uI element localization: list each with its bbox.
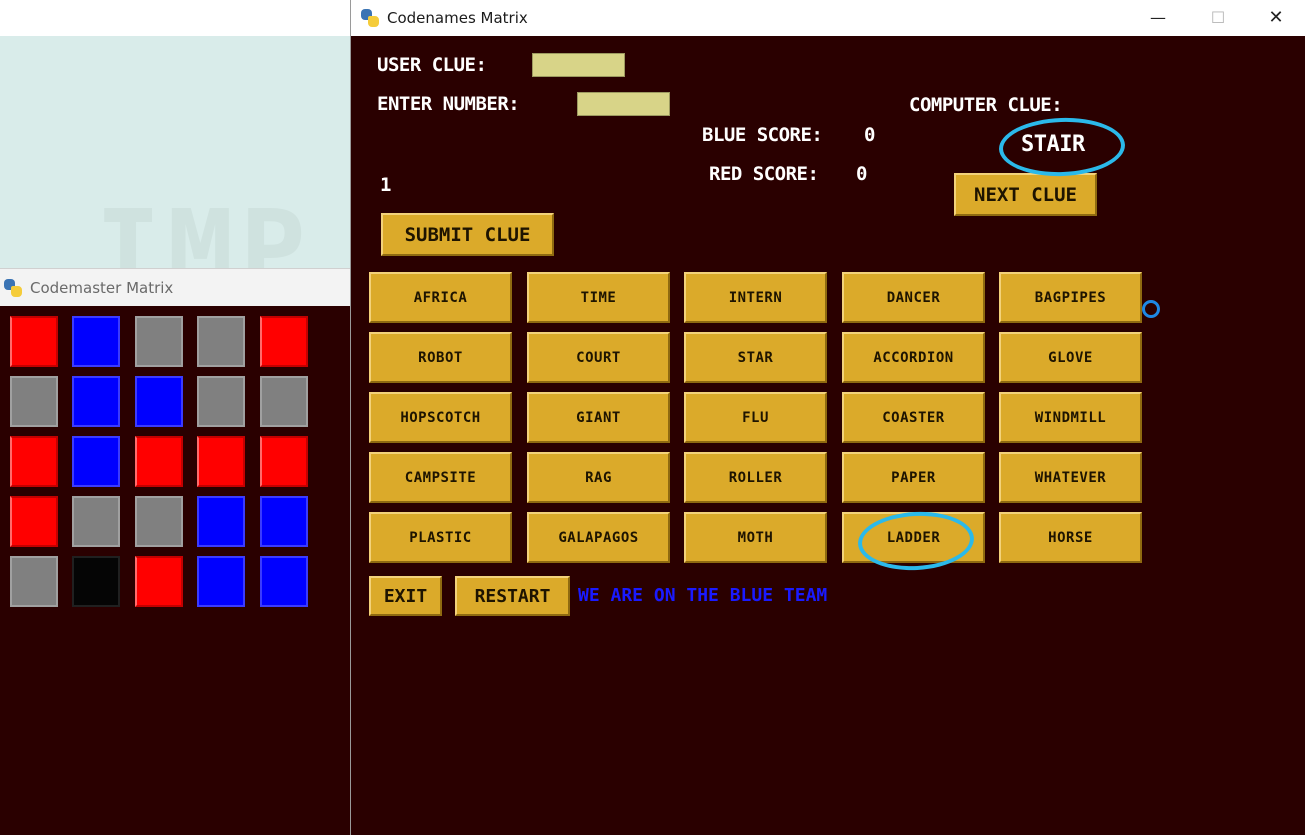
word-card-africa[interactable]: AFRICA: [369, 272, 512, 323]
key-cell-red: [260, 436, 308, 487]
computer-clue-value: STAIR: [1021, 132, 1085, 157]
word-card-hopscotch[interactable]: HOPSCOTCH: [369, 392, 512, 443]
codenames-window-title: Codenames Matrix: [387, 9, 528, 27]
key-cell-red: [197, 436, 245, 487]
word-card-time[interactable]: TIME: [527, 272, 670, 323]
key-cell-red: [10, 436, 58, 487]
word-card-dancer[interactable]: DANCER: [842, 272, 985, 323]
background-window: IMP: [0, 36, 350, 268]
word-card-horse[interactable]: HORSE: [999, 512, 1142, 563]
word-card-galapagos[interactable]: GALAPAGOS: [527, 512, 670, 563]
codemaster-window-title: Codemaster Matrix: [30, 278, 174, 297]
key-cell-red: [135, 436, 183, 487]
number-input[interactable]: [577, 92, 670, 116]
key-cell-gray: [10, 376, 58, 427]
word-card-coaster[interactable]: COASTER: [842, 392, 985, 443]
red-score-label: RED SCORE:: [709, 163, 819, 185]
key-cell-blue: [72, 436, 120, 487]
key-cell-red: [10, 316, 58, 367]
key-cell-gray: [260, 376, 308, 427]
cursor-indicator-icon: [1142, 300, 1160, 318]
close-button[interactable]: ✕: [1247, 0, 1305, 34]
word-card-bagpipes[interactable]: BAGPIPES: [999, 272, 1142, 323]
key-cell-red: [260, 316, 308, 367]
word-card-paper[interactable]: PAPER: [842, 452, 985, 503]
key-cell-blue: [260, 556, 308, 607]
clue-number-display: 1: [380, 174, 391, 196]
word-card-campsite[interactable]: CAMPSITE: [369, 452, 512, 503]
word-card-whatever[interactable]: WHATEVER: [999, 452, 1142, 503]
word-card-glove[interactable]: GLOVE: [999, 332, 1142, 383]
word-card-accordion[interactable]: ACCORDION: [842, 332, 985, 383]
codemaster-titlebar[interactable]: Codemaster Matrix: [0, 268, 350, 306]
maximize-button[interactable]: ☐: [1189, 0, 1247, 34]
key-cell-gray: [135, 316, 183, 367]
word-card-robot[interactable]: ROBOT: [369, 332, 512, 383]
key-cell-blue: [197, 496, 245, 547]
codenames-titlebar[interactable]: Codenames Matrix — ☐ ✕: [351, 0, 1305, 36]
word-card-flu[interactable]: FLU: [684, 392, 827, 443]
key-cell-blue: [260, 496, 308, 547]
key-cell-blue: [72, 376, 120, 427]
word-card-giant[interactable]: GIANT: [527, 392, 670, 443]
word-card-court[interactable]: COURT: [527, 332, 670, 383]
word-card-rag[interactable]: RAG: [527, 452, 670, 503]
key-cell-red: [10, 496, 58, 547]
key-cell-gray: [135, 496, 183, 547]
restart-button[interactable]: RESTART: [455, 576, 570, 616]
python-icon: [4, 278, 22, 297]
key-cell-gray: [197, 316, 245, 367]
key-cell-gray: [10, 556, 58, 607]
blue-score-value: 0: [864, 124, 875, 146]
next-clue-button[interactable]: NEXT CLUE: [954, 173, 1097, 216]
word-card-moth[interactable]: MOTH: [684, 512, 827, 563]
codenames-window: Codenames Matrix — ☐ ✕ USER CLUE: ENTER …: [350, 0, 1305, 835]
word-card-star[interactable]: STAR: [684, 332, 827, 383]
team-message: WE ARE ON THE BLUE TEAM: [578, 585, 828, 606]
key-cell-blue: [72, 316, 120, 367]
key-cell-blue: [197, 556, 245, 607]
red-score-value: 0: [856, 163, 867, 185]
blue-score-label: BLUE SCORE:: [702, 124, 823, 146]
key-cell-blue: [135, 376, 183, 427]
computer-clue-label: COMPUTER CLUE:: [909, 94, 1063, 116]
word-card-ladder[interactable]: LADDER: [842, 512, 985, 563]
python-icon: [361, 9, 379, 27]
codenames-game-board: USER CLUE: ENTER NUMBER: COMPUTER CLUE: …: [351, 36, 1305, 835]
codemaster-key-board: [0, 306, 350, 835]
key-cell-gray: [72, 496, 120, 547]
user-clue-input[interactable]: [532, 53, 625, 77]
key-cell-gray: [197, 376, 245, 427]
word-card-intern[interactable]: INTERN: [684, 272, 827, 323]
submit-clue-button[interactable]: SUBMIT CLUE: [381, 213, 554, 256]
minimize-button[interactable]: —: [1129, 0, 1187, 34]
key-cell-black: [72, 556, 120, 607]
key-cell-red: [135, 556, 183, 607]
word-card-plastic[interactable]: PLASTIC: [369, 512, 512, 563]
word-card-windmill[interactable]: WINDMILL: [999, 392, 1142, 443]
exit-button[interactable]: EXIT: [369, 576, 442, 616]
enter-number-label: ENTER NUMBER:: [377, 93, 520, 115]
user-clue-label: USER CLUE:: [377, 54, 487, 76]
background-ghost-text: IMP: [95, 186, 312, 268]
word-card-roller[interactable]: ROLLER: [684, 452, 827, 503]
